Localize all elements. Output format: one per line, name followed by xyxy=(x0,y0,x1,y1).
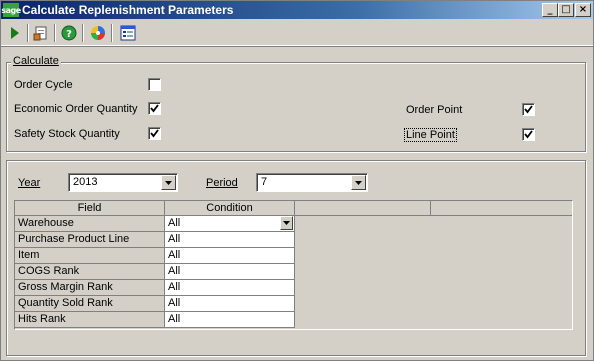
condition-dropdown-button[interactable] xyxy=(280,216,293,230)
toolbar: ? xyxy=(1,20,593,46)
checkmark-icon xyxy=(524,105,533,114)
calculate-legend: Calculate xyxy=(11,55,61,67)
order-point-label: Order Point xyxy=(406,104,463,116)
safety-stock-checkbox[interactable] xyxy=(148,127,161,140)
title-bar[interactable]: sage Calculate Replenishment Parameters … xyxy=(1,1,593,19)
selection-grid[interactable]: Field Condition Warehouse All Purchase Pro… xyxy=(14,200,573,330)
grid-cell-field[interactable]: COGS Rank xyxy=(15,264,165,280)
grid-cell-condition[interactable]: All xyxy=(165,280,295,296)
year-label: Year xyxy=(18,177,40,189)
grid-cell-field[interactable]: Item xyxy=(15,248,165,264)
period-select[interactable]: 7 xyxy=(256,173,368,192)
grid-header-field[interactable]: Field xyxy=(15,201,165,216)
grid-cell-field[interactable]: Gross Margin Rank xyxy=(15,280,165,296)
eoq-checkbox[interactable] xyxy=(148,102,161,115)
year-value: 2013 xyxy=(73,176,98,188)
line-point-label: Line Point xyxy=(404,128,457,142)
minimize-button[interactable]: _ xyxy=(542,3,558,17)
line-point-checkbox[interactable] xyxy=(522,128,535,141)
period-label: Period xyxy=(206,177,238,189)
help-button[interactable]: ? xyxy=(59,23,79,43)
svg-text:?: ? xyxy=(66,29,72,40)
grid-cell-field[interactable]: Hits Rank xyxy=(15,312,165,328)
condition-value: All xyxy=(168,297,181,309)
window-title: Calculate Replenishment Parameters xyxy=(22,3,234,17)
grid-cell-field[interactable]: Quantity Sold Rank xyxy=(15,296,165,312)
chevron-down-icon xyxy=(355,181,362,185)
grid-cell-condition[interactable]: All xyxy=(165,312,295,328)
period-dropdown-button[interactable] xyxy=(351,175,366,190)
close-button[interactable]: × xyxy=(575,3,591,17)
condition-value: All xyxy=(168,217,181,229)
order-point-checkbox[interactable] xyxy=(522,103,535,116)
year-dropdown-button[interactable] xyxy=(161,175,176,190)
checkmark-icon xyxy=(150,129,159,138)
print-preview-button[interactable] xyxy=(31,23,51,43)
calculate-legend-text: Calculate xyxy=(13,55,59,67)
condition-value: All xyxy=(168,281,181,293)
grid-cell-field[interactable]: Warehouse xyxy=(15,216,165,232)
maximize-button[interactable]: □ xyxy=(558,3,574,17)
checkmark-icon xyxy=(150,104,159,113)
condition-value: All xyxy=(168,249,181,261)
year-select[interactable]: 2013 xyxy=(68,173,178,192)
app-window: sage Calculate Replenishment Parameters … xyxy=(0,0,594,361)
color-wheel-button[interactable] xyxy=(88,23,108,43)
condition-value: All xyxy=(168,265,181,277)
grid-cell-field[interactable]: Purchase Product Line xyxy=(15,232,165,248)
settings-form-icon xyxy=(120,25,136,41)
chevron-down-icon xyxy=(165,181,172,185)
sage-logo: sage xyxy=(1,3,21,17)
grid-header-empty-1 xyxy=(295,201,431,216)
safety-stock-label: Safety Stock Quantity xyxy=(14,128,120,140)
grid-cell-condition[interactable]: All xyxy=(165,232,295,248)
year-label-text: Year xyxy=(18,177,41,189)
grid-cell-condition[interactable]: All xyxy=(165,248,295,264)
grid-cell-condition[interactable]: All xyxy=(165,216,295,232)
period-value: 7 xyxy=(261,176,268,188)
settings-form-button[interactable] xyxy=(118,23,138,43)
condition-value: All xyxy=(168,233,181,245)
grid-cell-condition[interactable]: All xyxy=(165,264,295,280)
order-cycle-label: Order Cycle xyxy=(14,79,73,91)
order-cycle-checkbox[interactable] xyxy=(148,78,161,91)
condition-value: All xyxy=(168,313,181,325)
help-icon: ? xyxy=(61,25,77,41)
print-preview-icon xyxy=(33,26,47,41)
run-icon xyxy=(11,27,19,39)
color-wheel-icon xyxy=(91,26,105,40)
grid-header-condition[interactable]: Condition xyxy=(165,201,295,216)
grid-header-empty-2 xyxy=(431,201,572,216)
period-label-text: Period xyxy=(206,177,238,189)
run-button[interactable] xyxy=(5,23,25,43)
eoq-label: Economic Order Quantity xyxy=(14,103,138,115)
checkmark-icon xyxy=(524,130,533,139)
grid-cell-condition[interactable]: All xyxy=(165,296,295,312)
chevron-down-icon xyxy=(283,221,290,225)
